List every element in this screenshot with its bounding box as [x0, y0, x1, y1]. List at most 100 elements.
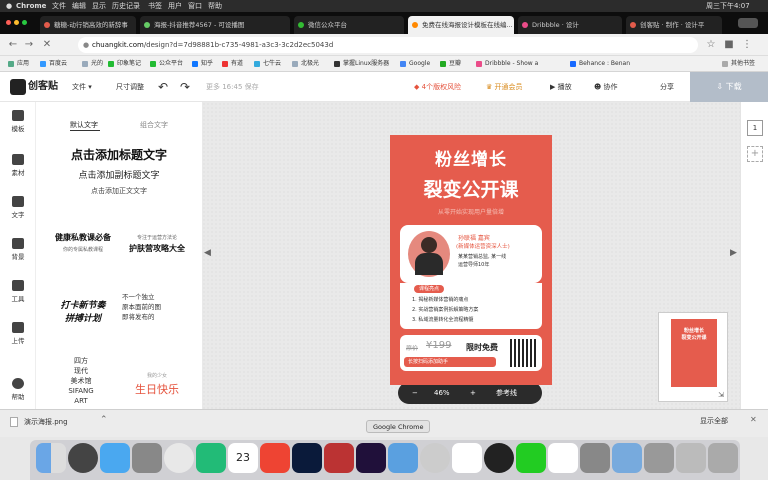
finder-icon[interactable]: [36, 443, 66, 473]
bookmark-mp[interactable]: 公众平台: [150, 56, 183, 72]
safari-icon[interactable]: [164, 443, 194, 473]
trash-icon[interactable]: [708, 443, 738, 473]
keynote-icon[interactable]: [388, 443, 418, 473]
chrome-icon[interactable]: [420, 443, 450, 473]
qq-icon[interactable]: [484, 443, 514, 473]
zoom-out-button[interactable]: −: [412, 382, 418, 404]
close-icon[interactable]: ✕: [40, 38, 54, 52]
menu-view[interactable]: 显示: [92, 0, 106, 12]
screenshot-icon[interactable]: [644, 443, 674, 473]
tab-default-text[interactable]: 默认文字: [70, 120, 98, 130]
expand-pages-arrow-icon[interactable]: ▶: [730, 248, 737, 258]
file-options-icon[interactable]: ⌃: [100, 415, 108, 425]
photoshop-icon[interactable]: [292, 443, 322, 473]
play-button[interactable]: ▶ 播放: [550, 72, 572, 102]
menu-help[interactable]: 帮助: [208, 0, 222, 12]
profile-icon[interactable]: [738, 18, 758, 28]
sidebar-item-template[interactable]: 模板: [0, 110, 36, 133]
sidebar-item-text[interactable]: 文字: [0, 196, 36, 219]
upgrade-vip-button[interactable]: ♛ 开通会员: [486, 72, 523, 102]
wechat-icon[interactable]: [516, 443, 546, 473]
zoom-in-button[interactable]: +: [470, 382, 476, 404]
bookmark-qiniu[interactable]: 七牛云: [254, 56, 281, 72]
highlights-card[interactable]: 课程亮点 1. 揭秘新媒体营销的痛点 2. 实战营销案例拆解策略方案 3. 私域…: [400, 283, 542, 329]
tab-5[interactable]: 创客贴 · 制作 · 设计平: [626, 16, 722, 34]
app-menu[interactable]: Chrome: [16, 0, 46, 12]
bookmark-douban[interactable]: 豆瓣: [440, 56, 461, 72]
zoom-window-icon[interactable]: [22, 20, 27, 25]
bookmark-zhihu[interactable]: 知乎: [192, 56, 213, 72]
preview-icon[interactable]: [132, 443, 162, 473]
combo-skincare[interactable]: 专注于运营方法论 护肤营攻略大全: [122, 234, 192, 274]
close-window-icon[interactable]: [6, 20, 11, 25]
menu-history[interactable]: 历史记录: [112, 0, 140, 12]
poster-title-2[interactable]: 裂变公开课: [390, 175, 552, 202]
bookmark-apps[interactable]: 应用: [8, 56, 29, 72]
bookmark-dribbble[interactable]: Dribbble - Show a: [476, 56, 538, 72]
combo-sifang[interactable]: 四方 现代 美术馆 SIFANG ART: [56, 356, 106, 412]
launchpad-icon[interactable]: [68, 443, 98, 473]
menu-bookmarks[interactable]: 书签: [148, 0, 162, 12]
app-store-icon[interactable]: [100, 443, 130, 473]
bookmark-behance[interactable]: Behance : Benan: [570, 56, 630, 72]
back-arrow-icon[interactable]: ←: [6, 38, 20, 52]
flashapp-icon[interactable]: [260, 443, 290, 473]
notes-icon[interactable]: [548, 443, 578, 473]
copyright-risk-badge[interactable]: ◆ 4个版权风险: [414, 72, 461, 102]
menu-window[interactable]: 窗口: [188, 0, 202, 12]
redo-icon[interactable]: ↷: [180, 72, 190, 102]
bookmark-evernote[interactable]: 印象笔记: [108, 56, 141, 72]
add-page-button[interactable]: +: [747, 146, 763, 162]
downloads-stack-icon[interactable]: [676, 443, 706, 473]
menu-edit[interactable]: 编辑: [72, 0, 86, 12]
menu-dots-icon[interactable]: ⋮: [740, 38, 754, 52]
resize-button[interactable]: 尺寸调整: [116, 72, 144, 102]
bookmark-baiduyun[interactable]: 百度云: [40, 56, 67, 72]
show-all-downloads[interactable]: 显示全部: [700, 416, 728, 426]
price-card[interactable]: 原价 ¥199 限时免费 长按扫码添加助手: [400, 335, 542, 371]
menu-user[interactable]: 用户: [168, 0, 182, 12]
undo-icon[interactable]: ↶: [158, 72, 168, 102]
logo[interactable]: 创客贴: [10, 79, 60, 95]
premiere-icon[interactable]: [356, 443, 386, 473]
poster-subtitle[interactable]: 从零开始实现用户量倍增: [390, 207, 552, 216]
navigator-thumbnail[interactable]: 粉丝增长 裂变公开课 ⇲: [658, 312, 728, 402]
collaborate-button[interactable]: ☻ 协作: [594, 72, 618, 102]
zoom-value[interactable]: 46%: [434, 382, 450, 404]
sidebar-item-material[interactable]: 素材: [0, 154, 36, 177]
address-bar[interactable]: ● chuangkit.com/design?d=7d98881b-c735-4…: [78, 37, 698, 53]
add-subtitle-text[interactable]: 点击添加副标题文字: [36, 168, 202, 181]
close-downloads-icon[interactable]: ✕: [750, 415, 757, 424]
download-button[interactable]: ⇩ 下载: [690, 72, 768, 102]
speaker-card[interactable]: 孙联福 嘉宾 (新媒体运营资深人士) 某某营销总监, 某一线 运营导师10年: [400, 225, 542, 283]
apple-icon[interactable]: ●: [6, 0, 12, 12]
tab-1[interactable]: 海报-抖音推荐4567 - 可设播图: [140, 16, 290, 34]
combo-independent[interactable]: 不一个独立 原本面前的图 即将发布的: [122, 292, 192, 338]
bookmark-guangde[interactable]: 光的: [82, 56, 103, 72]
davinci-icon[interactable]: [324, 443, 354, 473]
sidebar-item-tool[interactable]: 工具: [0, 280, 36, 303]
share-button[interactable]: 分享: [660, 72, 674, 102]
photos-icon[interactable]: [196, 443, 226, 473]
bookmark-linux[interactable]: 掌握Linux服务器: [334, 56, 389, 72]
combo-fitness[interactable]: 健康私教课必备 你的专属私教课程: [50, 232, 116, 272]
word-icon[interactable]: [452, 443, 482, 473]
calendar-icon[interactable]: 23: [228, 443, 258, 473]
add-body-text[interactable]: 点击添加正文文字: [36, 186, 202, 196]
forward-arrow-icon[interactable]: →: [22, 38, 36, 52]
extension-icon[interactable]: ■: [722, 38, 736, 52]
resize-corner-icon[interactable]: ⇲: [718, 391, 724, 399]
bookmark-other[interactable]: 其他书签: [722, 56, 755, 72]
tab-3-active[interactable]: 免费在线海报设计模板在线编...: [408, 16, 514, 34]
tab-0[interactable]: 糖糖-动行销高效的新辞事: [40, 16, 136, 34]
guides-toggle[interactable]: 参考线: [496, 382, 517, 404]
sidebar-item-help[interactable]: 帮助: [0, 378, 36, 401]
poster-page[interactable]: 粉丝增长 裂变公开课 从零开始实现用户量倍增 孙联福 嘉宾 (新媒体运营资深人士…: [390, 135, 552, 385]
folder-icon[interactable]: [612, 443, 642, 473]
collapse-panel-arrow-icon[interactable]: ◀: [204, 248, 211, 258]
sidebar-item-background[interactable]: 背景: [0, 238, 36, 261]
tab-2[interactable]: 微信公众平台: [294, 16, 404, 34]
file-menu-button[interactable]: 文件 ▾: [72, 72, 92, 102]
sidebar-item-upload[interactable]: 上传: [0, 322, 36, 345]
minimize-window-icon[interactable]: [14, 20, 19, 25]
